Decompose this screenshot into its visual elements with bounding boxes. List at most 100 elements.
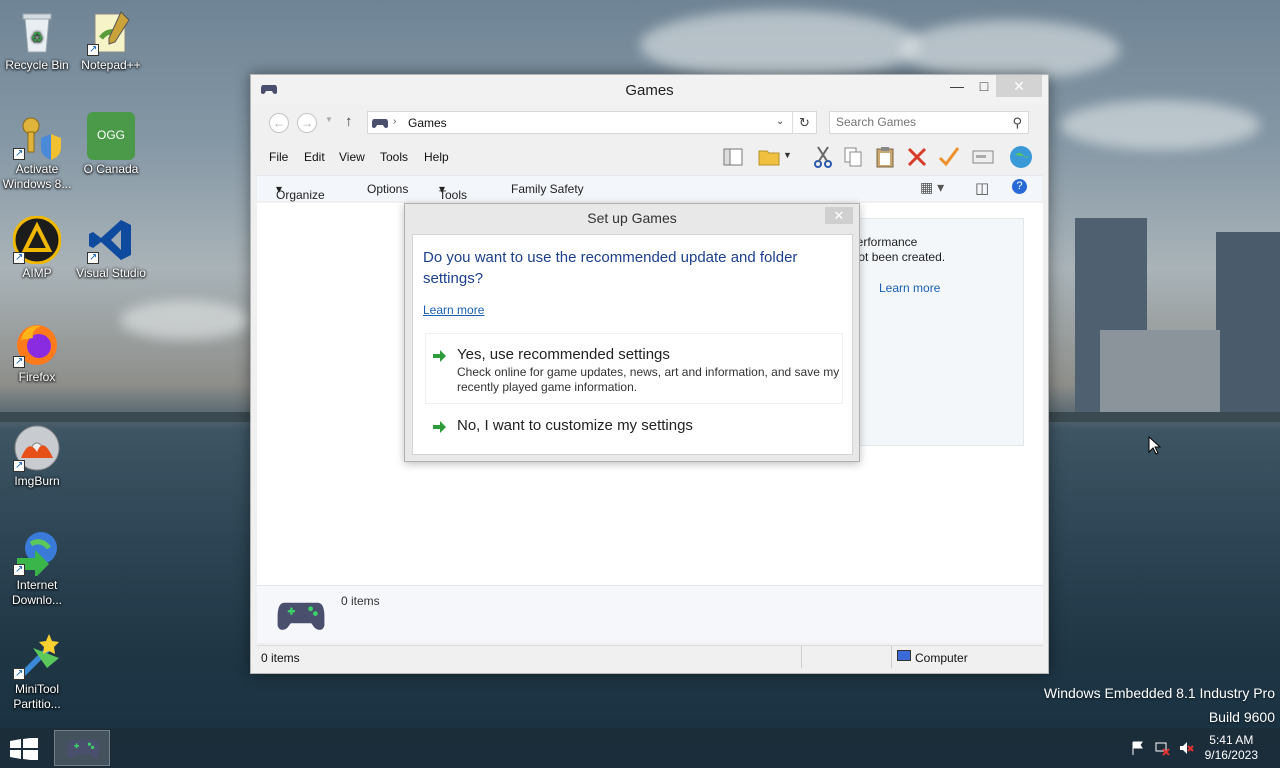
- desktop-icon-label: Recycle Bin: [5, 58, 69, 72]
- wallpaper-cloud: [120, 300, 250, 340]
- desktop-icon-label: Visual Studio: [76, 266, 146, 280]
- shortcut-arrow-icon: [87, 250, 99, 265]
- status-location: Computer: [915, 651, 968, 665]
- desktop-icon-label: ImgBurn: [14, 474, 60, 488]
- green-arrow-icon: [433, 350, 446, 362]
- copy-icon[interactable]: [841, 145, 865, 169]
- desktop-icon-aimp[interactable]: AIMP: [0, 215, 74, 281]
- organize-button[interactable]: Organize ▾: [276, 182, 325, 202]
- toolbar-icons: ▼: [721, 145, 1041, 171]
- title-bar[interactable]: Games — □ ✕: [251, 75, 1048, 105]
- shortcut-arrow-icon: [87, 42, 99, 57]
- wallpaper-cloud: [1060, 100, 1260, 150]
- options-button[interactable]: Options: [367, 182, 408, 196]
- menu-edit[interactable]: Edit: [304, 150, 325, 164]
- address-row: ← → ▼ ↑ › Games ⌄ ↻ ⚲: [259, 109, 1040, 137]
- imgburn-icon: [13, 424, 61, 473]
- menu-view[interactable]: View: [339, 150, 365, 164]
- desktop-icon-o-canada[interactable]: OGG O Canada: [74, 112, 148, 177]
- layout-pane-icon[interactable]: [721, 145, 745, 169]
- help-icon[interactable]: ?: [1012, 179, 1027, 194]
- desktop-icon-recycle-bin[interactable]: ♻ Recycle Bin: [0, 8, 74, 73]
- address-bar[interactable]: › Games ⌄ ↻: [367, 111, 817, 134]
- dialog-close-button[interactable]: ✕: [825, 207, 853, 224]
- paste-icon[interactable]: [873, 145, 897, 169]
- shortcut-arrow-icon: [13, 666, 25, 681]
- recent-locations-chevron-icon[interactable]: ▼: [325, 115, 333, 124]
- tools-label: Tools: [439, 188, 468, 202]
- desktop-icon-minitool[interactable]: MiniTool Partitio...: [0, 632, 74, 712]
- desktop-icon-visual-studio[interactable]: Visual Studio: [74, 216, 148, 281]
- view-options-icon[interactable]: ▦ ▾: [920, 179, 944, 196]
- green-arrow-icon: [433, 421, 446, 433]
- properties-check-icon[interactable]: [937, 145, 961, 169]
- desktop-icon-label: Firefox: [18, 370, 56, 384]
- close-button[interactable]: ✕: [996, 75, 1042, 97]
- mouse-cursor-icon: [1148, 435, 1162, 459]
- menu-help[interactable]: Help: [424, 150, 449, 164]
- preview-pane-icon[interactable]: ◫: [975, 179, 989, 197]
- shortcut-arrow-icon: [13, 562, 25, 577]
- organize-label: Organize: [276, 188, 325, 202]
- tools-button[interactable]: Tools ▾: [439, 182, 467, 202]
- desktop-icon-activate-windows[interactable]: Activate Windows 8...: [0, 112, 74, 192]
- option-recommended-heading: Yes, use recommended settings: [457, 346, 670, 363]
- minimize-button[interactable]: —: [942, 75, 972, 97]
- windows-start-icon[interactable]: [10, 738, 38, 760]
- maximize-button[interactable]: □: [969, 75, 999, 97]
- search-icon[interactable]: ⚲: [1012, 115, 1022, 131]
- up-button[interactable]: ↑: [345, 113, 353, 130]
- desktop-icon-label: Activate Windows 8...: [2, 162, 72, 191]
- refresh-icon[interactable]: ↻: [792, 111, 816, 134]
- folder-icon[interactable]: [757, 145, 781, 169]
- option-recommended-settings[interactable]: Yes, use recommended settings Check onli…: [425, 333, 843, 404]
- network-globe-icon[interactable]: [1009, 145, 1033, 169]
- family-safety-button[interactable]: Family Safety: [511, 182, 584, 196]
- clock-date: 9/16/2023: [1204, 748, 1258, 762]
- desktop-icon-label: Internet Downlo...: [11, 578, 63, 607]
- menu-file[interactable]: File: [269, 150, 288, 164]
- taskbar: 5:41 AM 9/16/2023: [0, 728, 1280, 768]
- folder-dropdown-icon[interactable]: ▼: [783, 150, 792, 160]
- desktop-icon-firefox[interactable]: Firefox: [0, 320, 74, 385]
- search-input[interactable]: [836, 115, 996, 129]
- wallpaper-tower: [1216, 232, 1280, 418]
- performance-learn-more-link[interactable]: Learn more: [879, 281, 940, 295]
- action-center-flag-icon[interactable]: [1130, 740, 1146, 756]
- item-count: 0 items: [341, 594, 380, 608]
- search-box[interactable]: ⚲: [829, 111, 1029, 134]
- desktop-icon-label: AIMP: [22, 266, 52, 280]
- games-controller-icon: [67, 740, 99, 759]
- visual-studio-icon: [87, 216, 135, 265]
- rename-icon[interactable]: [971, 145, 995, 169]
- internet-download-manager-icon: [13, 528, 61, 578]
- network-disconnected-icon[interactable]: [1154, 740, 1170, 756]
- firefox-icon: [13, 320, 61, 369]
- games-controller-icon: [372, 119, 388, 128]
- system-clock[interactable]: 5:41 AM 9/16/2023: [1205, 733, 1258, 763]
- option-customize-settings[interactable]: No, I want to customize my settings: [425, 407, 843, 445]
- windows-edition-text: Windows Embedded 8.1 Industry Pro: [1043, 685, 1275, 701]
- desktop-icon-notepadpp[interactable]: Notepad++: [74, 8, 148, 73]
- desktop-icon-internet-download-manager[interactable]: Internet Downlo...: [0, 528, 74, 608]
- games-controller-icon: [277, 602, 325, 630]
- desktop-icon-imgburn[interactable]: ImgBurn: [0, 424, 74, 489]
- cut-icon[interactable]: [811, 145, 835, 169]
- setup-games-dialog: Set up Games ✕ Do you want to use the re…: [404, 203, 860, 462]
- dialog-learn-more-link[interactable]: Learn more: [423, 303, 484, 317]
- forward-button[interactable]: →: [297, 113, 317, 133]
- wallpaper-cloud: [900, 20, 1120, 80]
- minitool-partition-icon: [13, 632, 61, 681]
- taskbar-games-button[interactable]: [54, 730, 110, 766]
- dialog-question: Do you want to use the recommended updat…: [423, 249, 798, 287]
- ogg-file-icon: OGG: [87, 112, 135, 160]
- activate-windows-icon: [13, 112, 61, 161]
- back-button[interactable]: ←: [269, 113, 289, 133]
- recycle-bin-icon: ♻: [13, 8, 61, 56]
- desktop-icon-label: MiniTool Partitio...: [13, 682, 61, 711]
- volume-muted-icon[interactable]: [1178, 740, 1194, 756]
- delete-icon[interactable]: [905, 145, 929, 169]
- address-dropdown-icon[interactable]: ⌄: [776, 116, 784, 127]
- menu-tools[interactable]: Tools: [380, 150, 408, 164]
- clock-time: 5:41 AM: [1209, 733, 1254, 747]
